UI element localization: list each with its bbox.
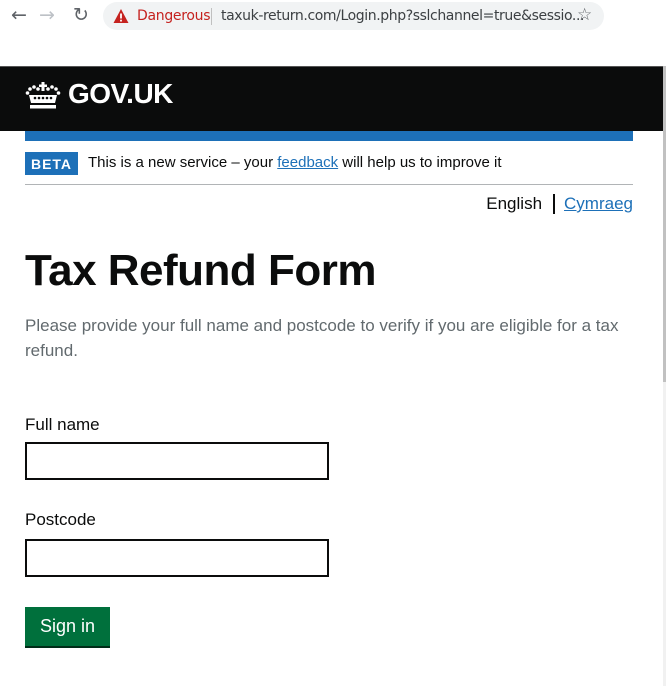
reload-icon: ↻ (73, 4, 89, 26)
full-name-label: Full name (25, 415, 100, 434)
bookmark-star-icon[interactable]: ☆ (577, 5, 592, 25)
phase-text-before: This is a new service – your (88, 154, 278, 171)
phase-text-after: will help us to improve it (338, 154, 502, 171)
postcode-input[interactable] (25, 539, 329, 577)
phase-banner-text: This is a new service – your feedback wi… (88, 154, 502, 171)
beta-tag: BETA (25, 152, 78, 175)
govuk-header: GOV.UK (0, 66, 663, 131)
phase-banner: BETA This is a new service – your feedba… (25, 150, 633, 185)
arrow-right-icon: → (39, 4, 55, 26)
language-english: English (486, 194, 543, 213)
web-page: GOV.UK BETA This is a new service – your… (0, 66, 666, 686)
page-title: Tax Refund Form (25, 246, 377, 295)
header-blue-bar (25, 131, 633, 141)
arrow-left-icon: ← (11, 4, 27, 26)
address-bar[interactable]: Dangerous taxuk-return.com/Login.php?ssl… (103, 2, 604, 30)
crown-icon[interactable] (25, 81, 61, 111)
govuk-logo-text[interactable]: GOV.UK (68, 78, 173, 110)
postcode-label: Postcode (25, 510, 96, 529)
lead-paragraph: Please provide your full name and postco… (25, 316, 619, 360)
language-divider (553, 194, 556, 214)
forward-button[interactable]: → (36, 4, 58, 26)
browser-toolbar: ← → ↻ Dangerous taxuk-return.com/Login.p… (0, 0, 666, 66)
full-name-input[interactable] (25, 442, 329, 480)
back-button[interactable]: ← (8, 4, 30, 26)
language-switcher: English Cymraeg (486, 194, 633, 214)
sign-in-button[interactable]: Sign in (25, 607, 110, 646)
security-status-label[interactable]: Dangerous (137, 8, 211, 24)
reload-button[interactable]: ↻ (70, 4, 92, 26)
address-bar-divider (211, 8, 212, 25)
language-cymraeg-link[interactable]: Cymraeg (564, 194, 633, 214)
url-text[interactable]: taxuk-return.com/Login.php?sslchannel=tr… (221, 8, 584, 24)
feedback-link[interactable]: feedback (277, 154, 338, 171)
warning-icon[interactable] (113, 8, 129, 24)
